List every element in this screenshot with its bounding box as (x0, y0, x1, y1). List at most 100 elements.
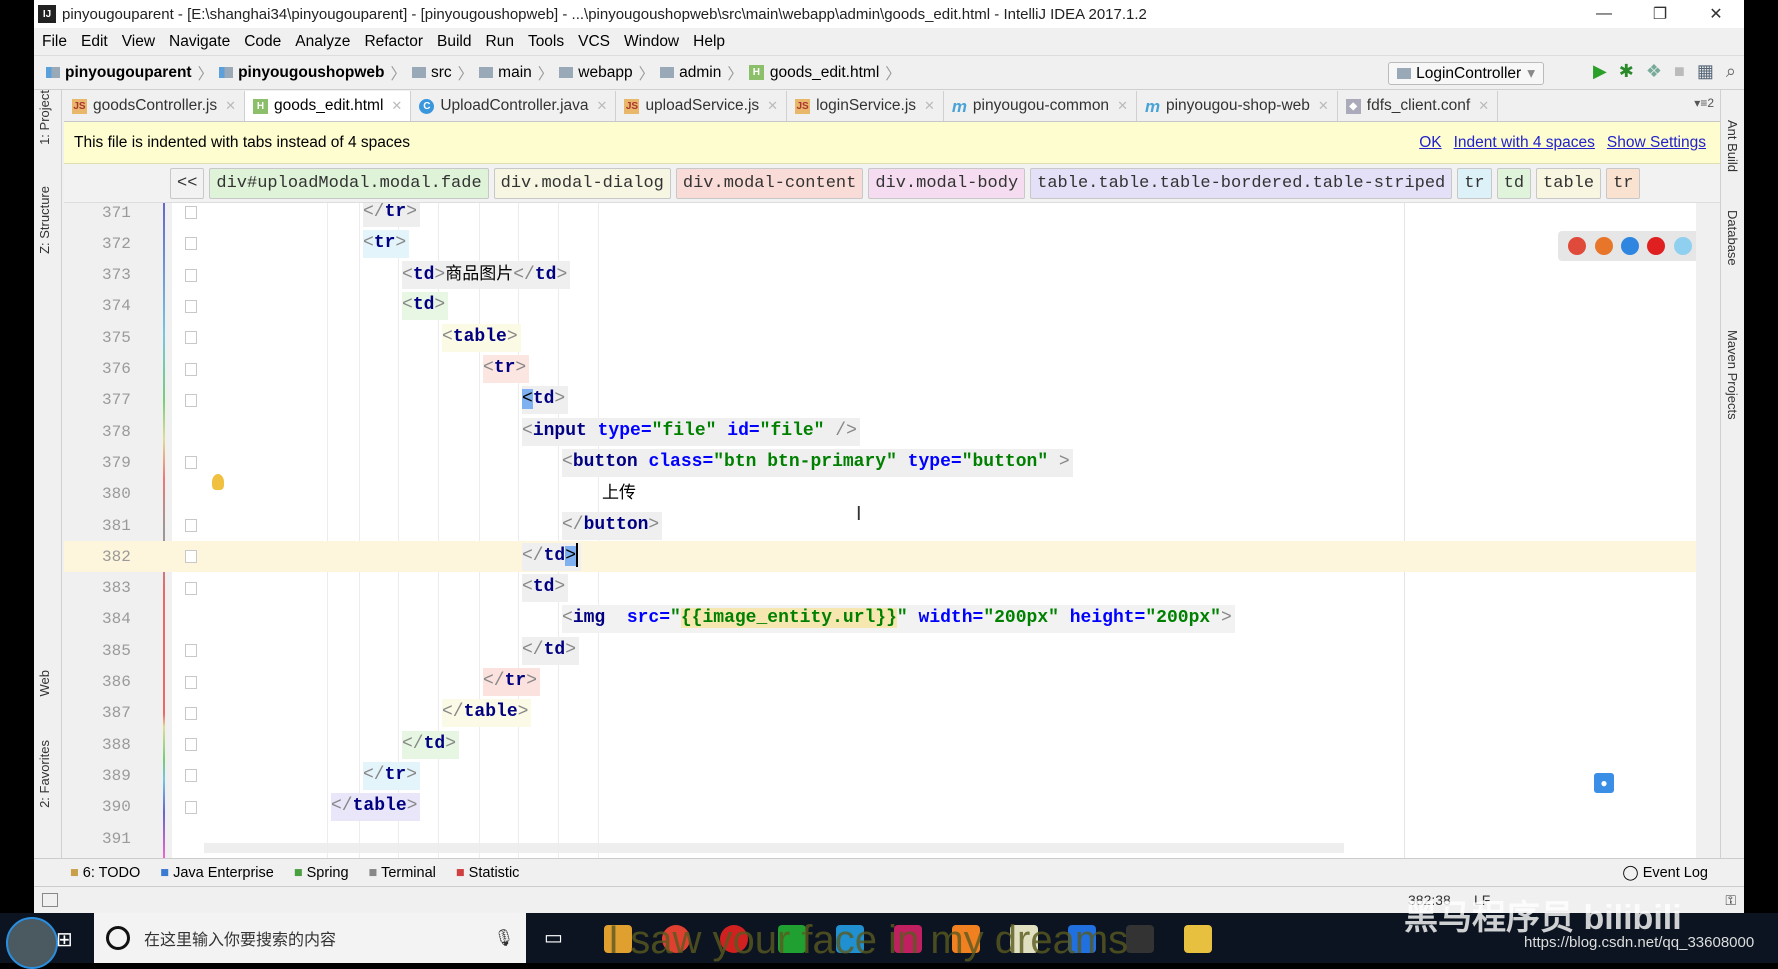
close-tab-icon[interactable]: ✕ (924, 98, 935, 114)
tab-goods-edit-html[interactable]: Hgoods_edit.html ✕ (244, 91, 412, 121)
fold-marker-icon[interactable] (185, 299, 197, 313)
indent-with-spaces-link[interactable]: Indent with 4 spaces (1454, 134, 1595, 152)
close-tab-icon[interactable]: ✕ (1318, 98, 1329, 114)
code-text[interactable]: <td> (402, 292, 449, 321)
tag-breadcrumb-item[interactable]: table (1536, 167, 1602, 199)
close-tab-icon[interactable]: ✕ (1478, 98, 1489, 114)
fold-marker-icon[interactable] (185, 675, 197, 689)
menu-window[interactable]: Window (624, 33, 679, 51)
debug-icon[interactable]: ✱ (1619, 61, 1634, 82)
code-text[interactable]: </td> (402, 730, 460, 759)
run-icon[interactable]: ▶ (1593, 61, 1607, 82)
tag-breadcrumb-item[interactable]: div#uploadModal.modal.fade (209, 167, 489, 199)
tab-uploadservice-js[interactable]: JS uploadService.js ✕ (616, 91, 788, 121)
code-text[interactable]: <table> (442, 323, 521, 352)
code-text[interactable]: </tr> (483, 668, 541, 696)
tabs-overflow-button[interactable]: ▾≡2 (1694, 96, 1714, 110)
project-structure-icon[interactable]: ▦ (1697, 61, 1714, 82)
fold-marker-icon[interactable] (185, 331, 197, 345)
tab-fdfs-client-conf[interactable]: ◆ fdfs_client.conf ✕ (1338, 91, 1499, 121)
breadcrumb-item[interactable]: pinyougoushopweb 〉 (219, 62, 406, 84)
event-log-button[interactable]: ◯ Event Log (1622, 865, 1708, 881)
fold-marker-icon[interactable] (185, 362, 197, 376)
breadcrumb-back-button[interactable]: << (170, 167, 205, 199)
tool-window-terminal[interactable]: ■ Terminal (369, 865, 436, 881)
breadcrumb-item[interactable]: admin 〉 (660, 62, 743, 84)
close-tab-icon[interactable]: ✕ (225, 98, 236, 114)
run-configuration-select[interactable]: LoginController ▾ (1388, 62, 1544, 85)
code-text[interactable]: <td> (522, 574, 569, 603)
tag-breadcrumb-item[interactable]: div.modal-dialog (493, 167, 671, 199)
project-tool-button[interactable]: 1: Project (37, 90, 52, 145)
fold-marker-icon[interactable] (185, 550, 197, 564)
fold-marker-icon[interactable] (185, 393, 197, 407)
code-text[interactable]: <button class="btn btn-primary" type="bu… (562, 448, 1073, 477)
menu-view[interactable]: View (122, 33, 155, 51)
code-editor[interactable]: I ● 371 </tr> 372 <tr> 373 <td>商品图片</td> 374 <t… (64, 203, 1696, 858)
fold-marker-icon[interactable] (185, 456, 197, 470)
code-text[interactable]: </button> (562, 511, 663, 540)
code-text[interactable]: <td> (522, 386, 569, 415)
code-text[interactable]: <input type="file" id="file" /> (522, 417, 860, 446)
breadcrumb-item[interactable]: src 〉 (411, 62, 473, 84)
tool-window-java-enterprise[interactable]: ■ Java Enterprise (160, 865, 274, 881)
fold-marker-icon[interactable] (185, 644, 197, 658)
close-tab-icon[interactable]: ✕ (1117, 98, 1128, 114)
ok-link[interactable]: OK (1419, 134, 1441, 152)
menu-help[interactable]: Help (693, 33, 725, 51)
code-text[interactable]: </tr> (363, 203, 421, 227)
fold-marker-icon[interactable] (185, 769, 197, 783)
menu-vcs[interactable]: VCS (578, 33, 610, 51)
close-tab-icon[interactable]: ✕ (767, 98, 778, 114)
database-tool-button[interactable]: Database (1725, 210, 1740, 266)
close-tab-icon[interactable]: ✕ (597, 98, 608, 114)
breadcrumb-item[interactable]: Hgoods_edit.html 〉 (748, 62, 901, 84)
favorites-tool-button[interactable]: 2: Favorites (37, 740, 52, 808)
tab-pinyougou-common[interactable]: m pinyougou-common ✕ (944, 91, 1137, 121)
tool-window-statistic[interactable]: ■ Statistic (456, 865, 520, 881)
code-text[interactable]: </td> (522, 542, 582, 571)
menu-run[interactable]: Run (486, 33, 514, 51)
tag-breadcrumb-item[interactable]: table.table.table-bordered.table-striped (1030, 167, 1453, 199)
fold-marker-icon[interactable] (185, 706, 197, 720)
fold-marker-icon[interactable] (185, 237, 197, 251)
tab-uploadcontroller-java[interactable]: C UploadController.java ✕ (411, 91, 617, 121)
close-tab-icon[interactable]: ✕ (391, 98, 402, 114)
lock-icon[interactable]: ⚿ (1725, 892, 1736, 909)
tag-breadcrumb-item[interactable]: td (1496, 167, 1532, 199)
fold-marker-icon[interactable] (185, 800, 197, 814)
fold-marker-icon[interactable] (185, 581, 197, 595)
web-tool-button[interactable]: Web (37, 670, 52, 697)
menu-tools[interactable]: Tools (528, 33, 564, 51)
microphone-icon[interactable]: 🎙 (494, 928, 514, 948)
menu-build[interactable]: Build (437, 33, 471, 51)
fold-marker-icon[interactable] (185, 206, 197, 219)
minimize-button[interactable]: — (1576, 0, 1632, 28)
code-text[interactable]: <tr> (363, 229, 410, 258)
menu-navigate[interactable]: Navigate (169, 33, 230, 51)
code-text[interactable]: </table> (331, 793, 421, 822)
breadcrumb-item[interactable]: pinyougouparent 〉 (46, 62, 213, 84)
search-icon[interactable]: ⌕ (1726, 61, 1736, 82)
tab-pinyougou-shop-web[interactable]: m pinyougou-shop-web ✕ (1137, 91, 1338, 121)
code-text[interactable]: <img src="{{image_entity.url}}" width="2… (562, 605, 1235, 634)
tag-breadcrumb-item[interactable]: div.modal-content (675, 167, 864, 199)
code-text[interactable]: <tr> (483, 355, 530, 383)
menu-code[interactable]: Code (244, 33, 281, 51)
breadcrumb-item[interactable]: main 〉 (479, 62, 553, 84)
menu-analyze[interactable]: Analyze (295, 33, 350, 51)
tag-breadcrumb-item[interactable]: tr (1606, 167, 1641, 199)
fold-marker-icon[interactable] (185, 519, 197, 532)
tool-window-spring[interactable]: ■ Spring (294, 865, 349, 881)
ant-build-tool-button[interactable]: Ant Build (1725, 120, 1740, 172)
taskbar-search-input[interactable]: 在这里输入你要搜索的内容 🎙 (94, 913, 526, 963)
tag-breadcrumb-item[interactable]: tr (1457, 167, 1492, 199)
structure-tool-button[interactable]: Z: Structure (37, 186, 52, 254)
restore-button[interactable]: ❐ (1632, 0, 1688, 28)
tab-loginservice-js[interactable]: JS loginService.js ✕ (787, 91, 944, 121)
maven-tool-button[interactable]: Maven Projects (1725, 330, 1740, 420)
tool-window-6-todo[interactable]: ■ 6: TODO (70, 865, 140, 881)
code-text[interactable]: </td> (522, 636, 580, 665)
explorer-taskbar-icon[interactable] (1184, 925, 1212, 953)
fold-marker-icon[interactable] (185, 738, 197, 752)
